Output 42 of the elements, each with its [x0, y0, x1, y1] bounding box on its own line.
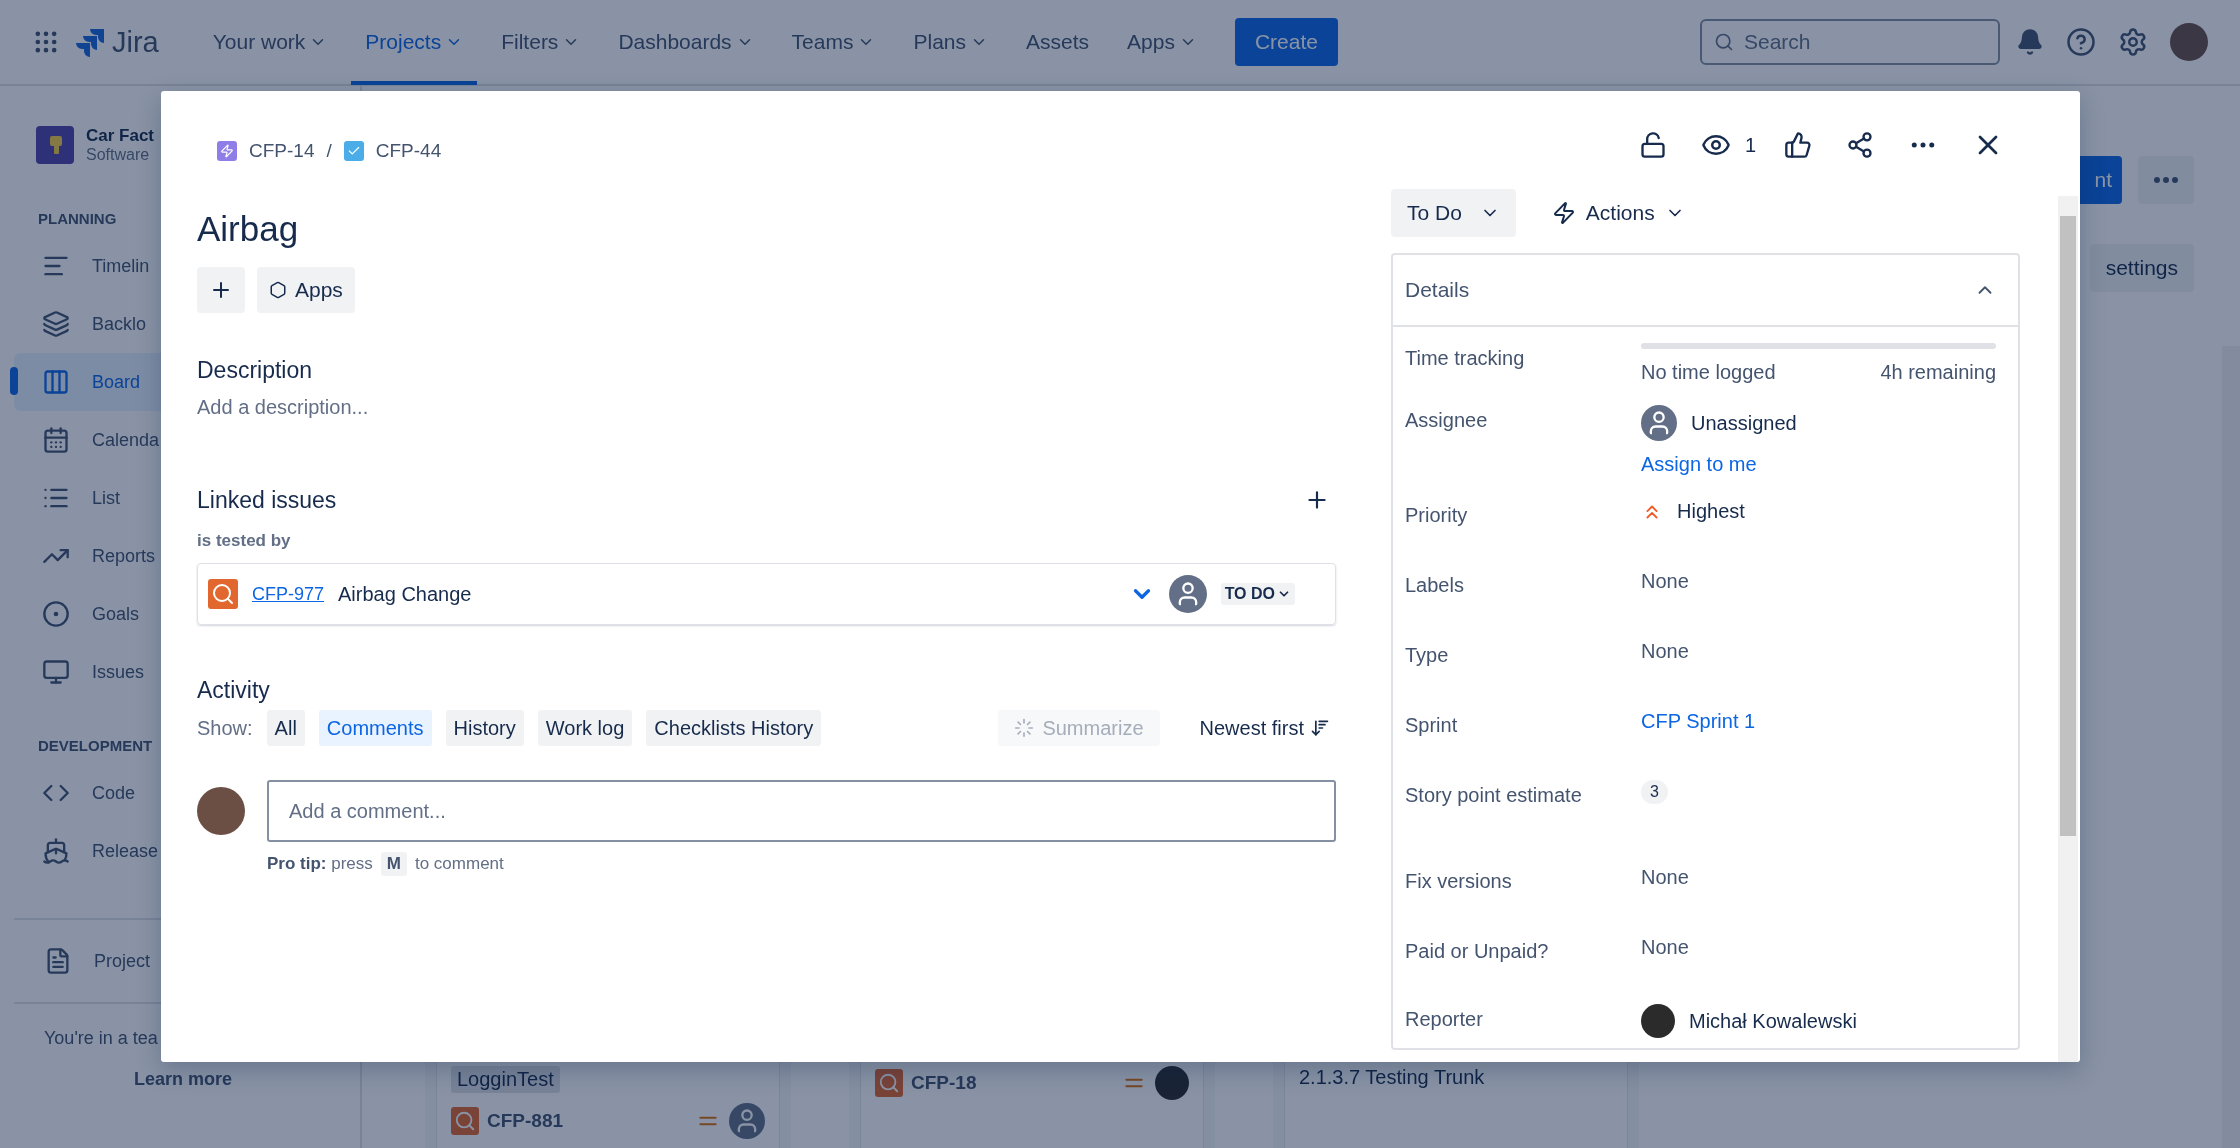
section-heading: Linked issues: [197, 486, 337, 514]
field-value: Highest: [1677, 500, 1745, 523]
section-heading: Description: [197, 357, 314, 384]
pro-tip-text: to comment: [414, 854, 504, 874]
project-name: Car Fact: [86, 126, 155, 146]
show-label: Show:: [197, 716, 253, 740]
field-value: None: [1641, 640, 1690, 663]
field-value: Michał Kowalewski: [1689, 1009, 1857, 1033]
issue-key: CFP-881: [487, 1110, 564, 1132]
field-value: None: [1641, 936, 1690, 959]
field-value: 4h remaining: [1880, 361, 1996, 384]
panel-heading: Details: [1405, 278, 1470, 302]
section-heading: Activity: [197, 677, 271, 704]
field-label: Assignee: [1405, 408, 1489, 433]
field-label: Fix versions: [1405, 869, 1513, 894]
field-value: Unassigned: [1691, 411, 1797, 435]
app-name: Jira: [112, 25, 159, 59]
shortcut-key: M: [380, 852, 407, 876]
card-label: LogginTest: [451, 1066, 560, 1093]
field-label: Paid or Unpaid?: [1405, 939, 1550, 964]
issue-summary: Airbag Change: [338, 582, 473, 606]
project-type: Software: [86, 146, 151, 164]
field-label: Priority: [1405, 503, 1469, 528]
card-title: 2.1.3.7 Testing Trunk: [1299, 1066, 1486, 1089]
field-label: Reporter: [1405, 1007, 1484, 1032]
estimate-badge: 3: [1641, 780, 1668, 804]
section-heading: PLANNING: [38, 210, 117, 227]
issue-key: CFP-18: [911, 1072, 977, 1094]
field-label: Story point estimate: [1405, 783, 1583, 808]
pro-tip-text: Pro tip: press: [267, 854, 373, 874]
field-label: Sprint: [1405, 713, 1459, 738]
breadcrumb-separator: /: [326, 140, 332, 162]
relation-label: is tested by: [197, 531, 292, 551]
field-label: Type: [1405, 643, 1450, 668]
watcher-count: 1: [1744, 133, 1756, 157]
field-label: Time tracking: [1405, 346, 1526, 371]
field-value: No time logged: [1641, 361, 1776, 384]
field-label: Labels: [1405, 573, 1465, 598]
section-heading: DEVELOPMENT: [38, 737, 153, 754]
field-value: None: [1641, 866, 1690, 889]
field-value: None: [1641, 570, 1690, 593]
footer-text: You're in a tea: [43, 1027, 159, 1050]
